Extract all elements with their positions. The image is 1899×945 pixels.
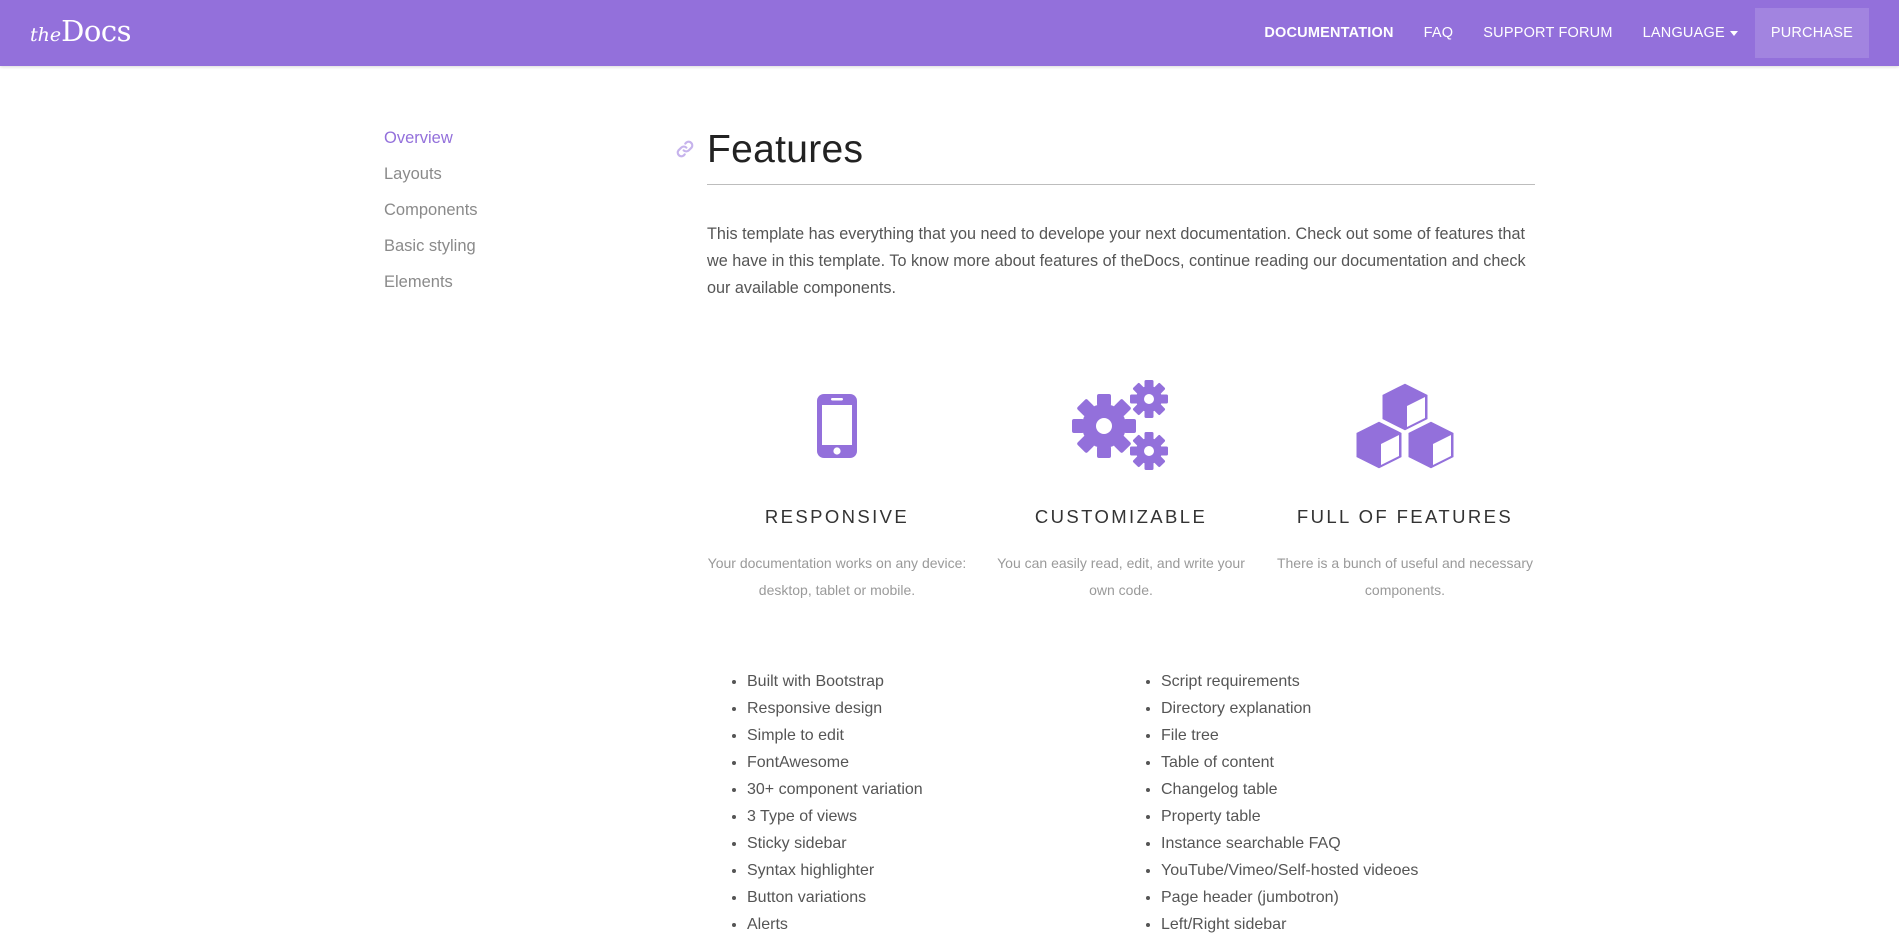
list-item: File tree [1161, 722, 1535, 749]
list-item: Sticky sidebar [747, 830, 1121, 857]
brand-logo[interactable]: theDocs [30, 14, 131, 48]
feature-title: CUSTOMIZABLE [1034, 506, 1208, 527]
top-navbar: theDocs DOCUMENTATION FAQ SUPPORT FORUM … [0, 0, 1899, 66]
nav-support-forum[interactable]: SUPPORT FORUM [1468, 0, 1627, 66]
list-item: Syntax highlighter [747, 857, 1121, 884]
feature-responsive: RESPONSIVE Your documentation works on a… [707, 376, 967, 604]
feature-title: RESPONSIVE [764, 506, 910, 527]
nav-faq-label: FAQ [1423, 25, 1454, 41]
list-item: Simple to edit [747, 722, 1121, 749]
intro-paragraph: This template has everything that you ne… [707, 225, 1526, 297]
feature-list-right: Script requirementsDirectory explanation… [1121, 668, 1535, 938]
feature-list-left: Built with BootstrapResponsive designSim… [707, 668, 1121, 938]
nav-faq[interactable]: FAQ [1409, 0, 1469, 66]
main-nav: DOCUMENTATION FAQ SUPPORT FORUM LANGUAGE… [1249, 0, 1869, 66]
sidebar-item-elements[interactable]: Elements [384, 268, 478, 304]
nav-language-label: LANGUAGE [1642, 25, 1725, 41]
caret-down-icon [1729, 30, 1738, 36]
list-item: FontAwesome [747, 749, 1121, 776]
sidebar-item-layouts[interactable]: Layouts [384, 160, 478, 196]
list-item: YouTube/Vimeo/Self-hosted videoes [1161, 857, 1535, 884]
list-item: Alerts [747, 911, 1121, 938]
feature-description: You can easily read, edit, and write you… [997, 555, 1245, 598]
feature-title: FULL OF FEATURES [1296, 506, 1514, 527]
feature-description: Your documentation works on any device: … [707, 555, 967, 598]
list-item: Table of content [1161, 749, 1535, 776]
brand-docs: Docs [61, 14, 131, 48]
list-item: Button variations [747, 884, 1121, 911]
link-icon[interactable] [674, 138, 696, 160]
sidebar-item-components[interactable]: Components [384, 196, 478, 232]
list-item: Instance searchable FAQ [1161, 830, 1535, 857]
nav-purchase-label: PURCHASE [1770, 25, 1853, 41]
list-item: 30+ component variation [747, 776, 1121, 803]
nav-support-forum-label: SUPPORT FORUM [1483, 25, 1613, 41]
list-item: Script requirements [1161, 668, 1535, 695]
feature-description: There is a bunch of useful and necessary… [1276, 555, 1534, 598]
list-item: Property table [1161, 803, 1535, 830]
list-item: Changelog table [1161, 776, 1535, 803]
nav-language-dropdown[interactable]: LANGUAGE [1628, 0, 1753, 66]
list-item: Left/Right sidebar [1161, 911, 1535, 938]
nav-documentation-label: DOCUMENTATION [1264, 25, 1394, 41]
cubes-icon [1353, 380, 1457, 472]
list-item: 3 Type of views [747, 803, 1121, 830]
feature-lists: Built with BootstrapResponsive designSim… [707, 668, 1535, 938]
nav-documentation[interactable]: DOCUMENTATION [1249, 0, 1408, 66]
mobile-phone-icon [817, 394, 857, 458]
feature-grid: RESPONSIVE Your documentation works on a… [707, 376, 1535, 604]
sidebar: Overview Layouts Components Basic stylin… [384, 124, 478, 304]
feature-full-of-features: FULL OF FEATURES There is a bunch of use… [1275, 376, 1535, 604]
list-item: Responsive design [747, 695, 1121, 722]
sidebar-item-overview[interactable]: Overview [384, 124, 478, 160]
list-item: Directory explanation [1161, 695, 1535, 722]
list-item: Built with Bootstrap [747, 668, 1121, 695]
brand-the: the [30, 24, 62, 46]
gears-icon [1072, 380, 1168, 470]
page-title: Features [707, 128, 864, 171]
sidebar-item-basic-styling[interactable]: Basic styling [384, 232, 478, 268]
feature-customizable: CUSTOMIZABLE You can easily read, edit, … [991, 376, 1251, 604]
nav-purchase-button[interactable]: PURCHASE [1754, 8, 1869, 58]
page-header: Features [676, 124, 1535, 185]
main-content: Features This template has everything th… [676, 124, 1535, 933]
list-item: Page header (jumbotron) [1161, 884, 1535, 911]
